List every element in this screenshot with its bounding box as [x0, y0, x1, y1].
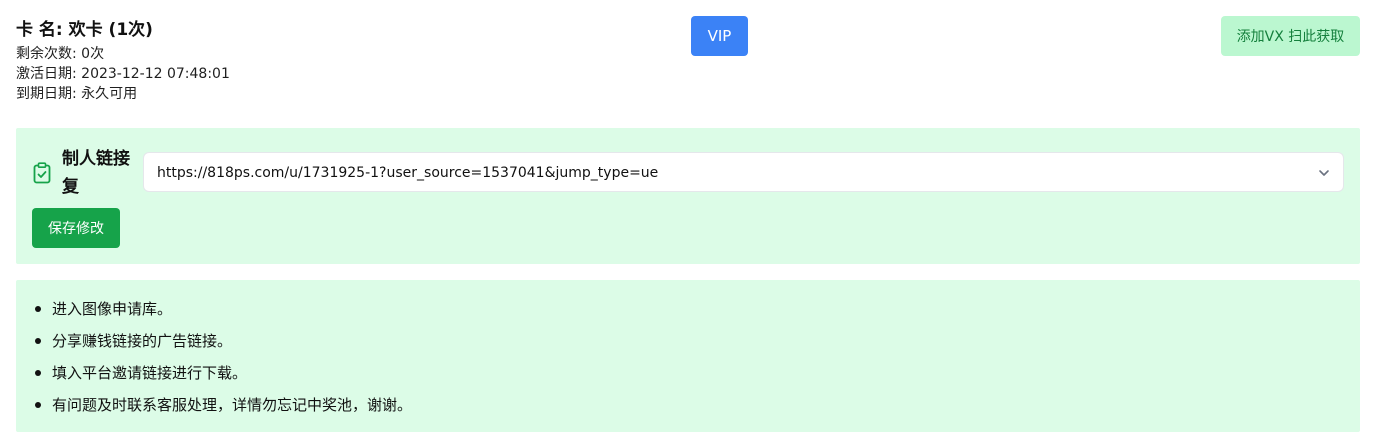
list-bullet — [35, 402, 41, 408]
activation-date: 激活日期: 2023-12-12 07:48:01 — [16, 66, 230, 82]
link-field-label: 制人链接复 — [62, 149, 130, 197]
expiration-date: 到期日期: 永久可用 — [16, 86, 138, 102]
chevron-down-icon — [1319, 170, 1329, 176]
list-bullet — [35, 306, 41, 312]
list-bullet — [35, 370, 41, 376]
remaining-uses: 剩余次数: 0次 — [16, 46, 105, 62]
card-name-title: 卡 名: 欢卡 (1次) — [16, 20, 153, 40]
clipboard-check-icon — [33, 162, 51, 184]
instruction-item: 进入图像申请库。 — [52, 300, 173, 318]
vip-button[interactable]: VIP — [691, 16, 748, 56]
save-button[interactable]: 保存修改 — [32, 208, 120, 248]
instruction-item: 分享赚钱链接的广告链接。 — [52, 332, 233, 350]
instruction-item: 填入平台邀请链接进行下载。 — [52, 364, 248, 382]
selected-link-value: https://818ps.com/u/1731925-1?user_sourc… — [157, 165, 659, 181]
instructions-panel: 进入图像申请库。 分享赚钱链接的广告链接。 填入平台邀请链接进行下载。 有问题及… — [16, 280, 1360, 432]
add-vx-button[interactable]: 添加VX 扫此获取 — [1221, 16, 1360, 56]
list-bullet — [35, 338, 41, 344]
card-header: 卡 名: 欢卡 (1次) 剩余次数: 0次 激活日期: 2023-12-12 0… — [0, 0, 1376, 112]
link-settings-panel: 制人链接复 https://818ps.com/u/1731925-1?user… — [16, 128, 1360, 264]
instruction-item: 有问题及时联系客服处理，详情勿忘记中奖池，谢谢。 — [52, 396, 413, 414]
link-select[interactable]: https://818ps.com/u/1731925-1?user_sourc… — [143, 152, 1344, 192]
